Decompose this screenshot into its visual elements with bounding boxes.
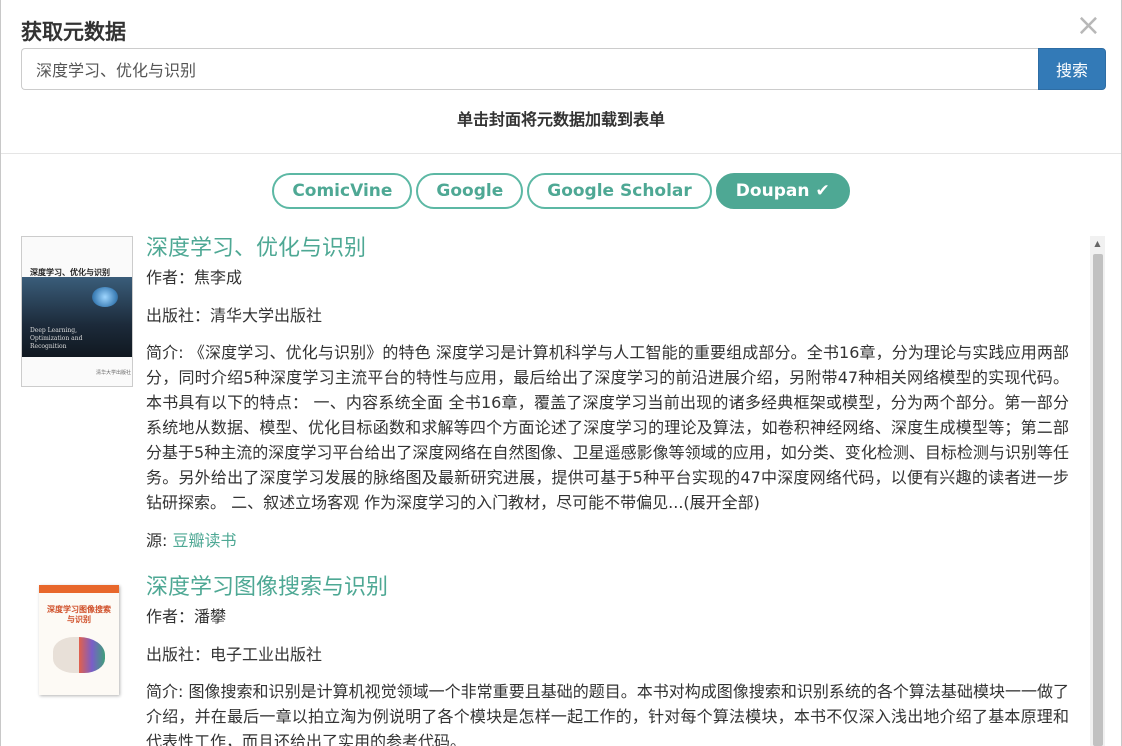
check-icon: ✔ bbox=[815, 181, 830, 201]
publisher-value: 电子工业出版社 bbox=[210, 645, 323, 664]
source-label-text: 源: bbox=[146, 531, 173, 550]
search-button[interactable]: 搜索 bbox=[1038, 48, 1106, 90]
book-cover[interactable]: 深度学习、优化与识别 Deep Learning, Optimization a… bbox=[21, 236, 133, 387]
description-label: 简介: bbox=[146, 682, 189, 701]
results-list: 深度学习、优化与识别 Deep Learning, Optimization a… bbox=[21, 234, 1089, 746]
source-tabs: ComicVine Google Google Scholar Doupan ✔ bbox=[1, 173, 1121, 209]
author-value: 潘攀 bbox=[194, 607, 227, 626]
cover-band bbox=[39, 585, 119, 593]
book-title[interactable]: 深度学习、优化与识别 bbox=[146, 234, 1069, 264]
author-label: 作者： bbox=[146, 268, 195, 287]
book-cover[interactable]: 深度学习图像搜索与识别 bbox=[21, 575, 133, 726]
publisher-label: 出版社： bbox=[146, 306, 211, 325]
source-button-doupan[interactable]: Doupan ✔ bbox=[715, 173, 850, 209]
book-author-line: 作者：潘攀 bbox=[146, 605, 1069, 629]
cover-english-title: Deep Learning, Optimization and Recognit… bbox=[30, 327, 83, 350]
book-author-line: 作者：焦李成 bbox=[146, 266, 1069, 290]
book-publisher-line: 出版社：电子工业出版社 bbox=[146, 643, 1069, 667]
scroll-up-icon[interactable]: ▲ bbox=[1090, 236, 1105, 252]
book-description: 简介: 图像搜索和识别是计算机视觉领域一个非常重要且基础的题目。本书对构成图像搜… bbox=[146, 679, 1069, 746]
source-label: Doupan bbox=[735, 181, 810, 201]
results-scrollbar[interactable]: ▲ bbox=[1090, 236, 1105, 746]
book-description: 简介: 《深度学习、优化与识别》的特色 深度学习是计算机科学与人工智能的重要组成… bbox=[146, 340, 1069, 515]
source-label: ComicVine bbox=[292, 181, 393, 201]
publisher-value: 清华大学出版社 bbox=[210, 306, 323, 325]
book-title[interactable]: 深度学习图像搜索与识别 bbox=[146, 573, 1069, 603]
source-label: Google bbox=[436, 181, 504, 201]
instruction-text: 单击封面将元数据加载到表单 bbox=[456, 110, 665, 129]
source-button-google[interactable]: Google bbox=[416, 173, 524, 209]
cover-brain-graphic bbox=[92, 287, 118, 307]
description-label: 简介: bbox=[146, 343, 189, 362]
source-label: Google Scholar bbox=[547, 181, 692, 201]
publisher-label: 出版社： bbox=[146, 645, 211, 664]
search-input[interactable] bbox=[21, 48, 1039, 90]
cover-elephant-graphic bbox=[53, 637, 105, 673]
source-button-google-scholar[interactable]: Google Scholar bbox=[527, 173, 712, 209]
book-publisher-line: 出版社：清华大学出版社 bbox=[146, 304, 1069, 328]
search-row: 搜索 bbox=[21, 48, 1106, 90]
author-label: 作者： bbox=[146, 607, 195, 626]
metadata-dialog: 获取元数据 × 搜索 单击封面将元数据加载到表单 ComicVine Google… bbox=[0, 0, 1122, 746]
cover-title: 深度学习图像搜索与识别 bbox=[47, 605, 111, 624]
result-item: 深度学习、优化与识别 Deep Learning, Optimization a… bbox=[21, 234, 1069, 553]
result-item: 深度学习图像搜索与识别 深度学习图像搜索与识别 作者：潘攀 出版社：电子工业出版… bbox=[21, 573, 1069, 746]
book-info: 深度学习、优化与识别 作者：焦李成 出版社：清华大学出版社 简介: 《深度学习、… bbox=[146, 234, 1069, 553]
dialog-header: 获取元数据 × 搜索 单击封面将元数据加载到表单 bbox=[1, 0, 1121, 154]
book-source-line: 源: 豆瓣读书 bbox=[146, 529, 1069, 553]
dialog-title: 获取元数据 bbox=[21, 20, 126, 44]
description-text: 《深度学习、优化与识别》的特色 深度学习是计算机科学与人工智能的重要组成部分。全… bbox=[146, 343, 1069, 512]
description-text: 图像搜索和识别是计算机视觉领域一个非常重要且基础的题目。本书对构成图像搜索和识别… bbox=[146, 682, 1069, 746]
book-info: 深度学习图像搜索与识别 作者：潘攀 出版社：电子工业出版社 简介: 图像搜索和识… bbox=[146, 573, 1069, 746]
source-link[interactable]: 豆瓣读书 bbox=[172, 531, 236, 550]
author-value: 焦李成 bbox=[194, 268, 243, 287]
cover-publisher: 清华大学出版社 bbox=[96, 370, 132, 376]
close-icon[interactable]: × bbox=[1076, 10, 1101, 42]
scroll-thumb[interactable] bbox=[1093, 254, 1103, 746]
source-button-comicvine[interactable]: ComicVine bbox=[272, 173, 413, 209]
